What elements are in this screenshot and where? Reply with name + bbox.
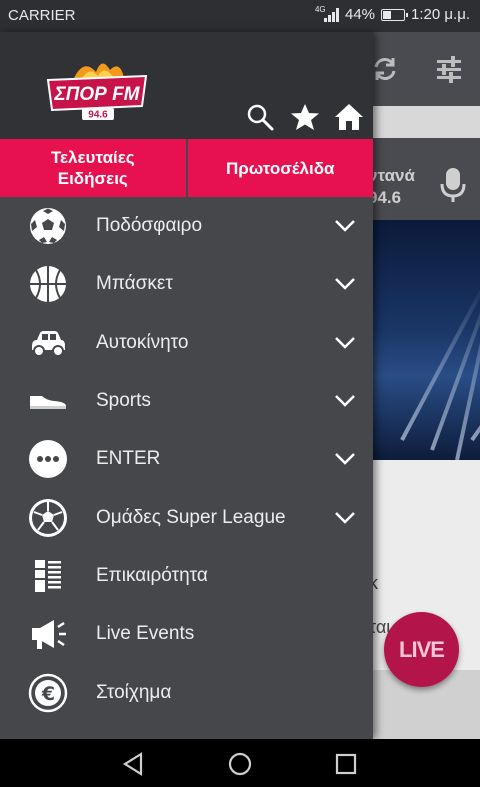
menu-item-current-affairs[interactable]: Επικαιρότητα (0, 547, 373, 605)
tab-front-pages[interactable]: Πρωτοσέλιδα (185, 139, 373, 197)
home-circle-icon[interactable] (227, 751, 253, 777)
basketball-icon (27, 263, 69, 305)
football-icon (27, 205, 69, 247)
tab-latest-news[interactable]: Τελευταίες Ειδήσεις (0, 139, 186, 197)
chevron-down-icon[interactable] (334, 452, 356, 466)
status-bar: CARRIER 4G 44% 1:20 μ.μ. (0, 0, 480, 32)
clock: 1:20 μ.μ. (411, 6, 470, 23)
menu-item-car[interactable]: Αυτοκίνητο (0, 314, 373, 372)
chevron-down-icon[interactable] (334, 394, 356, 408)
carrier-label: CARRIER (8, 7, 76, 24)
system-nav-bar (0, 739, 480, 787)
megaphone-icon (27, 613, 69, 655)
menu-item-enter[interactable]: ENTER (0, 430, 373, 488)
chevron-down-icon[interactable] (334, 219, 356, 233)
live-button[interactable]: LIVE (384, 612, 459, 687)
search-icon[interactable] (245, 102, 275, 132)
drawer-menu: Ποδόσφαιρο Μπάσκετ Αυτοκίνητο Sports ENT… (0, 197, 373, 722)
menu-item-football[interactable]: Ποδόσφαιρο (0, 197, 373, 255)
menu-item-basketball[interactable]: Μπάσκετ (0, 255, 373, 313)
live-radio-label: ντανά (368, 166, 415, 185)
news-list-icon (27, 555, 69, 597)
tab-label: Ειδήσεις (57, 169, 128, 188)
recents-icon[interactable] (333, 751, 359, 777)
menu-item-label: Ομάδες Super League (96, 506, 286, 528)
menu-item-live-events[interactable]: Live Events (0, 605, 373, 663)
menu-item-label: Sports (96, 390, 151, 412)
chevron-down-icon[interactable] (334, 336, 356, 350)
menu-item-label: Live Events (96, 623, 195, 645)
chevron-down-icon[interactable] (334, 511, 356, 525)
back-icon[interactable] (121, 751, 147, 777)
logo-text: ΣΠΟΡ FM (53, 84, 140, 105)
svg-text:€: € (41, 683, 55, 705)
sneaker-icon (27, 380, 69, 422)
home-icon[interactable] (334, 102, 364, 132)
refresh-icon[interactable] (370, 54, 400, 84)
more-dots-icon (27, 438, 69, 480)
spor-fm-logo: ΣΠΟΡ FM 94.6 (46, 63, 148, 121)
menu-item-super-league[interactable]: Ομάδες Super League (0, 488, 373, 546)
star-icon[interactable] (290, 102, 320, 132)
menu-item-label: Στοίχημα (96, 681, 172, 703)
chevron-down-icon[interactable] (334, 277, 356, 291)
drawer-tabs: Τελευταίες Ειδήσεις Πρωτοσέλιδα (0, 139, 373, 197)
network-type-label: 4G (314, 4, 326, 14)
tab-label: Πρωτοσέλιδα (226, 158, 335, 178)
drawer-header: ΣΠΟΡ FM 94.6 (0, 32, 373, 139)
battery-percent: 44% (344, 6, 376, 23)
menu-item-betting[interactable]: € Στοίχημα (0, 663, 373, 721)
menu-item-label: ENTER (96, 448, 161, 470)
filter-sliders-icon[interactable] (434, 54, 464, 84)
microphone-icon (440, 168, 466, 202)
menu-item-label: Επικαιρότητα (96, 564, 208, 586)
menu-item-sports[interactable]: Sports (0, 372, 373, 430)
logo-frequency: 94.6 (88, 110, 108, 121)
menu-item-label: Ποδόσφαιρο (96, 215, 203, 237)
tab-label: Τελευταίες (50, 148, 135, 167)
ball-icon (27, 497, 69, 539)
signal-icon: 4G (314, 4, 339, 22)
menu-item-label: Αυτοκίνητο (96, 331, 189, 353)
navigation-drawer: ΣΠΟΡ FM 94.6 Τελευταίες Ειδήσεις Πρωτοσέλ… (0, 32, 373, 739)
euro-icon: € (27, 672, 69, 714)
car-icon (27, 322, 69, 364)
battery-icon (381, 8, 409, 21)
menu-item-label: Μπάσκετ (96, 273, 173, 295)
